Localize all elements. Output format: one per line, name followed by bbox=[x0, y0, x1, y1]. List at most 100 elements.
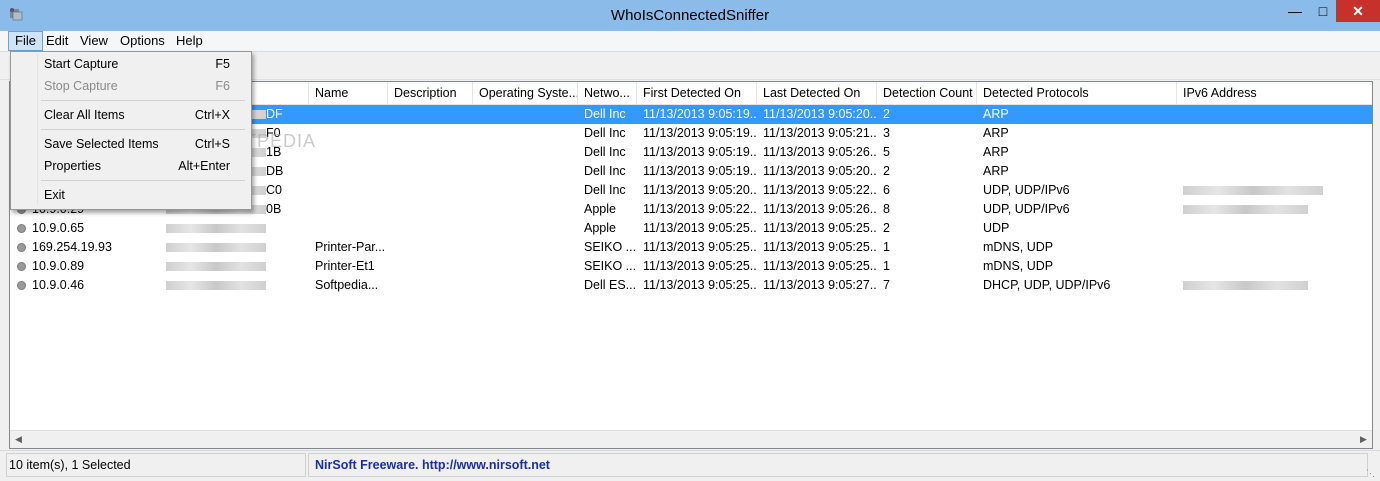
scroll-right-icon[interactable]: ▶ bbox=[1355, 431, 1372, 448]
cell-mac-address bbox=[160, 276, 309, 295]
cell-first: 11/13/2013 9:05:19... bbox=[643, 145, 757, 159]
menu-options[interactable]: Options bbox=[114, 32, 171, 50]
status-link-cell: NirSoft Freeware. http://www.nirsoft.net bbox=[308, 453, 1368, 477]
cell-os bbox=[473, 200, 578, 219]
cell-os bbox=[473, 181, 578, 200]
cell-network: Dell Inc bbox=[584, 145, 626, 159]
column-header-first-detected[interactable]: First Detected On bbox=[637, 82, 757, 104]
horizontal-scrollbar[interactable]: ◀ ▶ bbox=[10, 430, 1372, 448]
menu-view[interactable]: View bbox=[74, 32, 114, 50]
mac-suffix: DB bbox=[266, 164, 284, 178]
column-header-name[interactable]: Name bbox=[309, 82, 388, 104]
menu-bar: File Edit View Options Help bbox=[0, 31, 1380, 52]
maximize-icon[interactable]: □ bbox=[1310, 0, 1336, 22]
cell-os bbox=[473, 105, 578, 124]
cell-name: Printer-Et1 bbox=[315, 259, 375, 273]
cell-os bbox=[473, 257, 578, 276]
window-title: WhoIsConnectedSniffer bbox=[610, 7, 770, 24]
column-header-os[interactable]: Operating Syste... bbox=[473, 82, 578, 104]
cell-count: 3 bbox=[883, 126, 890, 140]
cell-first: 11/13/2013 9:05:25... bbox=[643, 221, 757, 235]
menu-clear-all-items[interactable]: Clear All Items Ctrl+X bbox=[12, 105, 248, 125]
cell-network: Dell ES... bbox=[584, 278, 637, 292]
menu-separator bbox=[41, 100, 245, 101]
cell-first: 11/13/2013 9:05:19... bbox=[643, 107, 757, 121]
menu-properties[interactable]: Properties Alt+Enter bbox=[12, 156, 248, 176]
column-header-network[interactable]: Netwo... bbox=[578, 82, 637, 104]
cell-protocols: mDNS, UDP bbox=[983, 259, 1054, 273]
cell-description bbox=[388, 219, 473, 238]
status-bar: 10 item(s), 1 Selected NirSoft Freeware.… bbox=[0, 450, 1380, 481]
title-bar[interactable]: WhoIsConnectedSniffer — □ ✕ bbox=[0, 0, 1380, 31]
redacted-mac-icon bbox=[166, 243, 266, 253]
cell-description bbox=[388, 181, 473, 200]
app-window: WhoIsConnectedSniffer — □ ✕ File Edit Vi… bbox=[0, 0, 1380, 481]
cell-mac-address bbox=[160, 219, 309, 238]
table-row[interactable]: 169.254.19.93 Printer-Par... SEIKO ... 11/1… bbox=[10, 238, 1372, 257]
cell-network: Dell Inc bbox=[584, 164, 626, 178]
cell-description bbox=[388, 124, 473, 143]
cell-last: 11/13/2013 9:05:25... bbox=[763, 259, 877, 273]
menu-item-shortcut: F5 bbox=[215, 57, 230, 71]
cell-description bbox=[388, 200, 473, 219]
cell-ipv6 bbox=[1177, 162, 1372, 181]
cell-count: 6 bbox=[883, 183, 890, 197]
scroll-left-icon[interactable]: ◀ bbox=[10, 431, 27, 448]
menu-exit[interactable]: Exit bbox=[12, 185, 248, 205]
cell-count: 7 bbox=[883, 278, 890, 292]
cell-name bbox=[309, 124, 388, 143]
column-header-last-detected[interactable]: Last Detected On bbox=[757, 82, 877, 104]
cell-name bbox=[309, 143, 388, 162]
cell-network: Dell Inc bbox=[584, 126, 626, 140]
cell-first: 11/13/2013 9:05:25... bbox=[643, 240, 757, 254]
device-status-icon bbox=[17, 224, 26, 233]
redacted-ipv6-icon bbox=[1183, 281, 1308, 291]
cell-count: 8 bbox=[883, 202, 890, 216]
cell-os bbox=[473, 219, 578, 238]
redacted-mac-icon bbox=[166, 281, 266, 291]
menu-help[interactable]: Help bbox=[170, 32, 209, 50]
resize-grip-icon[interactable]: ⋱ bbox=[1366, 468, 1376, 478]
menu-edit[interactable]: Edit bbox=[40, 32, 74, 50]
cell-protocols: UDP, UDP/IPv6 bbox=[983, 202, 1070, 216]
cell-last: 11/13/2013 9:05:27... bbox=[763, 278, 877, 292]
cell-name bbox=[309, 219, 388, 238]
cell-os bbox=[473, 124, 578, 143]
cell-description bbox=[388, 105, 473, 124]
table-row[interactable]: 10.9.0.89 Printer-Et1 SEIKO ... 11/13/2013 … bbox=[10, 257, 1372, 276]
menu-file[interactable]: File bbox=[8, 31, 43, 51]
nirsoft-link[interactable]: NirSoft Freeware. http://www.nirsoft.net bbox=[315, 458, 550, 472]
table-row[interactable]: 10.9.0.65 Apple 11/13/2013 9:05:25... 11/13… bbox=[10, 219, 1372, 238]
menu-start-capture[interactable]: Start Capture F5 bbox=[12, 54, 248, 74]
cell-network: Dell Inc bbox=[584, 183, 626, 197]
cell-description bbox=[388, 162, 473, 181]
device-status-icon bbox=[17, 281, 26, 290]
cell-protocols: UDP bbox=[983, 221, 1010, 235]
menu-save-selected-items[interactable]: Save Selected Items Ctrl+S bbox=[12, 134, 248, 154]
cell-count: 1 bbox=[883, 240, 890, 254]
cell-ipv6 bbox=[1177, 105, 1372, 124]
cell-os bbox=[473, 143, 578, 162]
cell-last: 11/13/2013 9:05:26... bbox=[763, 145, 877, 159]
cell-name: Softpedia... bbox=[315, 278, 379, 292]
column-header-detected-protocols[interactable]: Detected Protocols bbox=[977, 82, 1177, 104]
cell-last: 11/13/2013 9:05:25... bbox=[763, 221, 877, 235]
cell-name bbox=[309, 162, 388, 181]
column-header-description[interactable]: Description bbox=[388, 82, 473, 104]
cell-ip-address: 10.9.0.89 bbox=[32, 259, 85, 273]
cell-description bbox=[388, 257, 473, 276]
cell-last: 11/13/2013 9:05:26... bbox=[763, 202, 877, 216]
table-row[interactable]: 10.9.0.46 Softpedia... Dell ES... 11/13/201… bbox=[10, 276, 1372, 295]
cell-last: 11/13/2013 9:05:22... bbox=[763, 183, 877, 197]
device-status-icon bbox=[17, 262, 26, 271]
cell-name bbox=[309, 181, 388, 200]
column-header-ipv6[interactable]: IPv6 Address bbox=[1177, 82, 1372, 104]
redacted-ipv6-icon bbox=[1183, 186, 1323, 196]
close-icon[interactable]: ✕ bbox=[1336, 0, 1380, 22]
redacted-ipv6-icon bbox=[1183, 205, 1308, 215]
column-header-detection-count[interactable]: Detection Count bbox=[877, 82, 977, 104]
menu-item-shortcut: Ctrl+S bbox=[194, 137, 230, 151]
cell-os bbox=[473, 276, 578, 295]
minimize-icon[interactable]: — bbox=[1280, 0, 1310, 22]
cell-protocols: ARP bbox=[983, 145, 1009, 159]
